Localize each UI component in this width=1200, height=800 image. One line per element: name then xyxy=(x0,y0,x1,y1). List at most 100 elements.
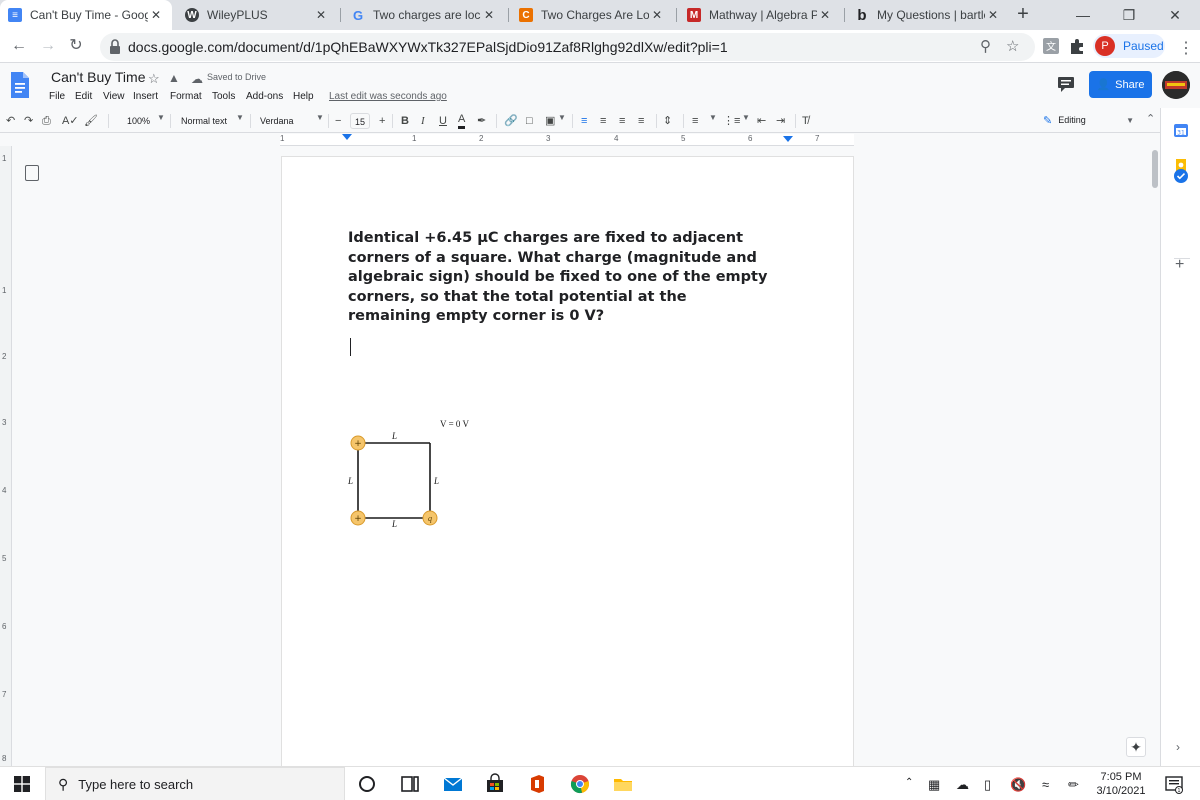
bold-icon[interactable]: B xyxy=(401,113,409,129)
document-title[interactable]: Can't Buy Time xyxy=(51,69,146,85)
last-edit-link[interactable]: Last edit was seconds ago xyxy=(329,91,447,102)
address-bar[interactable]: docs.google.com/document/d/1pQhEBaWXYWxT… xyxy=(100,33,1035,61)
tab-mathway[interactable]: M Mathway | Algebra Prol ✕ xyxy=(679,0,841,30)
close-icon[interactable]: ✕ xyxy=(817,8,833,22)
decrease-font-size-icon[interactable]: − xyxy=(335,113,341,129)
clear-formatting-icon[interactable]: T̸ xyxy=(802,113,809,129)
font-dropdown[interactable]: Verdana xyxy=(260,113,294,129)
taskbar-search-box[interactable]: ⚲ Type here to search xyxy=(45,767,345,800)
pen-workspace-icon[interactable]: ✏ xyxy=(1068,777,1079,793)
underline-icon[interactable]: U xyxy=(439,113,447,129)
menu-edit[interactable]: Edit xyxy=(75,91,92,102)
paragraph-style-dropdown[interactable]: Normal text xyxy=(181,113,227,129)
extensions-puzzle-icon[interactable] xyxy=(1068,37,1086,55)
tab-google-search[interactable]: G Two charges are locate ✕ xyxy=(343,0,505,30)
share-button[interactable]: 👤 Share xyxy=(1089,71,1152,98)
expand-side-panel-icon[interactable]: › xyxy=(1176,740,1180,754)
minimize-button[interactable]: — xyxy=(1060,0,1106,30)
close-icon[interactable]: ✕ xyxy=(148,8,164,22)
window-close-button[interactable]: ✕ xyxy=(1152,0,1198,30)
restore-button[interactable]: ❐ xyxy=(1106,0,1152,30)
bookmark-star-icon[interactable]: ☆ xyxy=(1006,37,1019,55)
hide-menus-chevron-icon[interactable]: ⌃ xyxy=(1146,112,1155,125)
profile-button[interactable]: P Paused xyxy=(1093,34,1165,58)
back-icon[interactable]: ← xyxy=(9,36,29,56)
close-icon[interactable]: ✕ xyxy=(481,8,497,22)
windows-start-icon[interactable] xyxy=(14,776,30,792)
wifi-icon[interactable]: ≈ xyxy=(1042,777,1049,792)
translate-extension-icon[interactable]: 文 xyxy=(1042,37,1060,55)
chrome-icon[interactable] xyxy=(569,773,591,795)
tasks-icon[interactable] xyxy=(1173,168,1189,184)
horizontal-ruler[interactable]: 1 1 2 3 4 5 6 7 xyxy=(280,134,854,146)
insert-comment-icon[interactable]: □ xyxy=(526,113,533,129)
comment-history-icon[interactable] xyxy=(1057,76,1075,92)
spellcheck-icon[interactable]: A✓ xyxy=(62,113,79,129)
search-icon[interactable]: ⚲ xyxy=(980,37,991,55)
task-view-icon[interactable] xyxy=(399,773,421,795)
left-indent-marker[interactable] xyxy=(342,134,352,142)
zoom-dropdown[interactable]: 100% xyxy=(127,113,150,129)
store-icon[interactable] xyxy=(484,773,506,795)
redo-icon[interactable]: ↷ xyxy=(24,113,33,129)
system-clock[interactable]: 7:05 PM 3/10/2021 xyxy=(1092,770,1150,798)
paint-format-icon[interactable]: 🖌 xyxy=(84,113,98,129)
add-addon-icon[interactable]: + xyxy=(1175,256,1184,274)
undo-icon[interactable]: ↶ xyxy=(6,113,15,129)
highlight-color-icon[interactable]: ✒ xyxy=(477,113,486,129)
menu-tools[interactable]: Tools xyxy=(212,91,235,102)
account-avatar[interactable] xyxy=(1162,71,1190,99)
align-right-icon[interactable]: ≡ xyxy=(619,113,625,129)
close-icon[interactable]: ✕ xyxy=(985,8,1001,22)
menu-view[interactable]: View xyxy=(103,91,125,102)
line-spacing-icon[interactable]: ⇕ xyxy=(663,113,672,129)
menu-addons[interactable]: Add-ons xyxy=(246,91,283,102)
question-paragraph[interactable]: Identical +6.45 μC charges are fixed to … xyxy=(348,229,768,327)
tab-chegg[interactable]: C Two Charges Are Locate ✕ xyxy=(511,0,673,30)
close-icon[interactable]: ✕ xyxy=(649,8,665,22)
new-tab-button[interactable]: + xyxy=(1012,4,1034,26)
increase-font-size-icon[interactable]: + xyxy=(379,113,385,129)
star-icon[interactable]: ☆ xyxy=(148,71,160,87)
tab-bartleby[interactable]: b My Questions | bartleby ✕ xyxy=(847,0,1009,30)
google-docs-logo-icon[interactable] xyxy=(9,70,31,100)
calendar-icon[interactable]: 31 xyxy=(1173,122,1189,138)
editing-mode-dropdown[interactable]: ✎ Editing ▼ xyxy=(1043,111,1134,129)
align-left-icon[interactable]: ≡ xyxy=(581,113,587,129)
office-icon[interactable] xyxy=(526,773,548,795)
menu-help[interactable]: Help xyxy=(293,91,314,102)
align-justify-icon[interactable]: ≡ xyxy=(638,113,644,129)
onedrive-icon[interactable]: ☁ xyxy=(956,777,969,793)
menu-format[interactable]: Format xyxy=(170,91,202,102)
move-to-folder-icon[interactable]: ▲ xyxy=(168,71,180,85)
battery-icon[interactable]: ▯ xyxy=(984,777,991,793)
align-center-icon[interactable]: ≡ xyxy=(600,113,606,129)
print-icon[interactable]: ⎙ xyxy=(42,113,51,129)
insert-image-icon[interactable]: ▣ xyxy=(545,113,555,129)
right-indent-marker[interactable] xyxy=(783,136,793,144)
numbered-list-icon[interactable]: ≡ xyxy=(692,113,698,129)
menu-insert[interactable]: Insert xyxy=(133,91,158,102)
vertical-ruler[interactable]: 1 1 2 3 4 5 6 7 8 xyxy=(0,146,12,766)
decrease-indent-icon[interactable]: ⇤ xyxy=(757,113,766,129)
increase-indent-icon[interactable]: ⇥ xyxy=(776,113,785,129)
notification-center-icon[interactable]: 1 xyxy=(1164,774,1184,794)
show-hidden-icons-chevron-icon[interactable]: ⌃ xyxy=(905,777,913,788)
explore-icon[interactable]: ✦ xyxy=(1126,737,1146,757)
insert-link-icon[interactable]: 🔗 xyxy=(504,113,518,129)
cortana-icon[interactable] xyxy=(356,773,378,795)
tab-cant-buy-time[interactable]: ≡ Can't Buy Time - Googl ✕ xyxy=(0,0,172,30)
bulleted-list-icon[interactable]: ⋮≡ xyxy=(723,113,740,129)
camera-tray-icon[interactable]: ▦ xyxy=(928,777,940,793)
reload-icon[interactable]: ↻ xyxy=(66,36,86,56)
mail-icon[interactable] xyxy=(442,773,464,795)
document-scrollbar[interactable] xyxy=(1152,150,1158,188)
italic-icon[interactable]: I xyxy=(421,113,425,129)
text-color-icon[interactable]: A xyxy=(458,113,466,129)
close-icon[interactable]: ✕ xyxy=(313,8,329,22)
tab-wileyplus[interactable]: W WileyPLUS ✕ xyxy=(177,0,337,30)
menu-file[interactable]: File xyxy=(49,91,65,102)
forward-icon[interactable]: → xyxy=(38,36,58,56)
chrome-menu-icon[interactable]: ⋮ xyxy=(1178,38,1194,58)
document-outline-icon[interactable] xyxy=(25,165,39,181)
